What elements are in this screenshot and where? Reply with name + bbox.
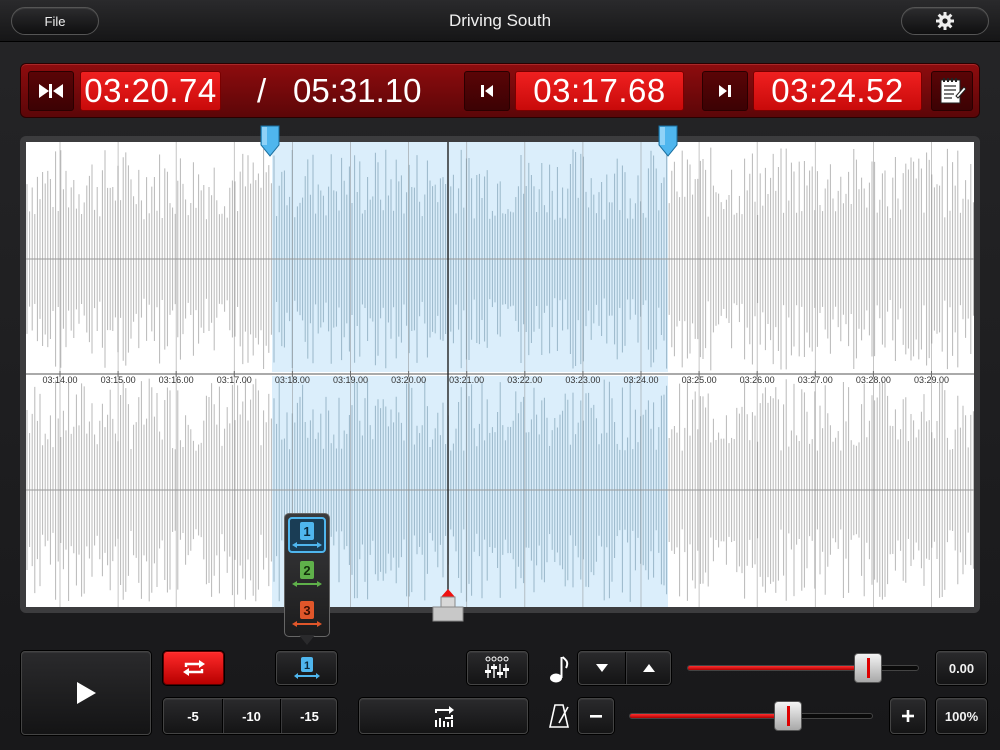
mixer-button[interactable] — [467, 651, 528, 685]
skip-back-15-button[interactable]: -15 — [280, 699, 338, 733]
loop-slot-1-icon: 1 — [292, 522, 322, 548]
jump-to-loop-button[interactable] — [28, 71, 74, 111]
loop-slot-selected-icon: 1 — [293, 657, 320, 679]
popup-pointer — [299, 635, 315, 645]
tempo-slider-fill — [630, 714, 789, 718]
repeat-icon — [182, 660, 205, 676]
ruler-time-label: 03:20.00 — [391, 375, 427, 385]
notes-button[interactable] — [931, 71, 973, 111]
ruler-time-label: 03:27.00 — [797, 375, 833, 385]
ruler-time-label: 03:26.00 — [739, 375, 775, 385]
ruler-time-label: 03:23.00 — [565, 375, 601, 385]
ruler-time-label: 03:24.00 — [623, 375, 659, 385]
loop-slot-selector-button[interactable]: 1 — [276, 651, 337, 685]
ruler-time-label: 03:16.00 — [158, 375, 194, 385]
time-separator: / — [257, 72, 267, 109]
loop-slot-2[interactable]: 2 — [288, 557, 326, 593]
time-panel: 03:20.74 / 05:31.10 03:17.68 03:24.52 — [20, 63, 980, 118]
loop-start-marker[interactable] — [260, 125, 280, 157]
file-button[interactable]: File — [11, 7, 99, 35]
ruler-time-label: 03:29.00 — [913, 375, 950, 385]
loop-playback-icon — [434, 706, 454, 727]
total-time-display: 05:31.10 — [293, 72, 422, 109]
marker-flag-icon — [658, 125, 678, 157]
loop-end-marker[interactable] — [658, 125, 678, 157]
playback-mode-button[interactable] — [359, 698, 528, 734]
play-icon — [77, 682, 96, 704]
loop-start-display[interactable]: 03:17.68 — [515, 71, 684, 111]
ruler-time-label: 03:18.00 — [274, 375, 310, 385]
pitch-value: 0.00 — [936, 651, 987, 685]
set-loop-end-button[interactable] — [702, 71, 748, 111]
minus-icon — [590, 715, 602, 718]
loop-slot-1[interactable]: 1 — [288, 517, 326, 553]
pitch-up-button[interactable] — [625, 652, 672, 684]
tempo-down-button[interactable] — [578, 698, 614, 734]
loop-slot-3[interactable]: 3 — [288, 597, 326, 633]
playhead-handle-icon — [432, 589, 464, 622]
ruler-time-label: 03:28.00 — [855, 375, 891, 385]
mixer-icon — [484, 656, 509, 678]
metronome-icon — [548, 704, 570, 728]
tempo-value: 100% — [936, 698, 987, 734]
loop-slot-2-icon: 2 — [292, 561, 322, 587]
pitch-slider-fill — [688, 666, 869, 670]
notepad-icon — [940, 78, 966, 104]
app-window: File Driving South 03:20.74 / 05:31.10 0… — [0, 0, 1000, 750]
playhead-handle[interactable] — [432, 588, 464, 622]
title-bar: File Driving South — [0, 0, 1000, 42]
ruler-time-label: 03:14.00 — [42, 375, 78, 385]
loop-slot-3-icon: 3 — [292, 601, 322, 627]
skip-forward-icon — [719, 85, 731, 97]
tempo-slider-track[interactable] — [629, 713, 873, 719]
tempo-slider-thumb[interactable] — [774, 701, 802, 731]
loop-slot-popup: 1 2 3 — [284, 513, 330, 637]
gear-icon — [936, 12, 954, 30]
pitch-slider-thumb[interactable] — [854, 653, 882, 683]
ruler-time-label: 03:22.00 — [507, 375, 543, 385]
play-button[interactable] — [21, 651, 151, 735]
music-note-icon — [550, 656, 569, 683]
ruler-time-label: 03:15.00 — [100, 375, 136, 385]
plus-icon — [902, 710, 914, 722]
loop-slot-3-number: 3 — [303, 603, 310, 618]
marker-flag-icon — [260, 125, 280, 157]
ruler-time-label: 03:21.00 — [449, 375, 485, 385]
loop-slot-2-number: 2 — [303, 563, 310, 578]
skip-back-5-button[interactable]: -5 — [164, 699, 222, 733]
current-time-display: 03:20.74 — [80, 71, 221, 111]
loop-toggle-button[interactable] — [163, 651, 224, 685]
loop-slot-1-number: 1 — [303, 524, 310, 539]
loop-end-display[interactable]: 03:24.52 — [753, 71, 922, 111]
ruler-time-label: 03:19.00 — [332, 375, 369, 385]
pitch-down-button[interactable] — [579, 652, 625, 684]
ruler-time-label: 03:25.00 — [681, 375, 717, 385]
down-arrow-icon — [596, 664, 608, 672]
song-title: Driving South — [448, 11, 552, 30]
set-loop-start-button[interactable] — [464, 71, 510, 111]
up-arrow-icon — [643, 664, 655, 672]
pitch-stepper — [578, 651, 671, 685]
skip-back-icon — [481, 85, 493, 97]
skip-to-loop-icon — [39, 84, 63, 98]
pitch-slider-track[interactable] — [687, 665, 919, 671]
settings-button[interactable] — [901, 7, 989, 35]
loop-slot-selected-number: 1 — [303, 660, 309, 672]
ruler-time-label: 03:17.00 — [216, 375, 252, 385]
skip-back-10-button[interactable]: -10 — [222, 699, 280, 733]
tempo-up-button[interactable] — [890, 698, 926, 734]
skip-back-group: -5 -10 -15 — [163, 698, 337, 734]
